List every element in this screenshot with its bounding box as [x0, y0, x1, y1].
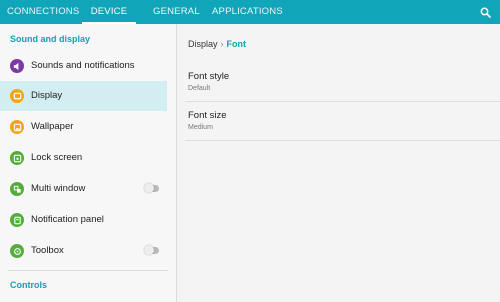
section-header-controls: Controls	[10, 280, 47, 290]
toolbox-icon	[10, 244, 24, 258]
sidebar-item-label: Multi window	[31, 183, 86, 194]
setting-value: Medium	[188, 124, 213, 131]
section-header-sound-display: Sound and display	[10, 34, 91, 44]
sidebar-item-sounds-notifications[interactable]: Sounds and notifications	[0, 51, 167, 81]
sidebar-item-label: Lock screen	[31, 152, 83, 163]
notification-panel-icon	[10, 213, 24, 227]
breadcrumb-parent[interactable]: Display	[188, 39, 218, 49]
lock-screen-icon	[10, 151, 24, 165]
sidebar-item-label: Wallpaper	[31, 121, 74, 132]
sidebar-item-multi-window[interactable]: Multi window	[0, 174, 167, 204]
wallpaper-icon	[10, 120, 24, 134]
sidebar-item-notification-panel[interactable]: Notification panel	[0, 205, 167, 235]
sidebar-item-lock-screen[interactable]: Lock screen	[0, 143, 167, 173]
setting-font-size[interactable]: Font size Medium	[185, 104, 500, 141]
breadcrumb: Display › Font	[188, 39, 246, 49]
breadcrumb-separator: ›	[220, 39, 224, 49]
toggle-knob	[144, 245, 154, 255]
toggle-knob	[144, 183, 154, 193]
tab-device-label: DEVICE	[90, 6, 128, 17]
main-content: Display › Font Font style Default Font siz…	[177, 24, 500, 302]
sidebar-item-label: Sounds and notifications	[31, 60, 135, 71]
setting-title: Font size	[188, 110, 227, 121]
sidebar-item-label: Toolbox	[31, 245, 64, 256]
multi-window-icon	[10, 182, 24, 196]
sidebar-item-display[interactable]: Display	[0, 81, 167, 111]
sidebar: Sound and display Sounds and notificatio…	[0, 24, 177, 302]
sidebar-divider	[8, 270, 168, 271]
tab-device[interactable]: DEVICE	[82, 0, 136, 24]
tab-connections[interactable]: CONNECTIONS	[7, 0, 79, 24]
sidebar-item-toolbox[interactable]: Toolbox	[0, 236, 167, 266]
speaker-icon	[10, 59, 24, 73]
tab-general[interactable]: GENERAL	[153, 0, 200, 24]
sidebar-item-label: Notification panel	[31, 214, 104, 225]
top-tab-bar: CONNECTIONS DEVICE GENERAL APPLICATIONS	[0, 0, 500, 24]
sidebar-item-label: Display	[31, 90, 63, 101]
search-icon	[480, 7, 491, 18]
display-icon	[10, 89, 24, 103]
setting-title: Font style	[188, 71, 230, 82]
breadcrumb-current: Font	[226, 39, 247, 49]
toolbox-toggle[interactable]	[144, 245, 159, 255]
tab-applications[interactable]: APPLICATIONS	[212, 0, 283, 24]
multi-window-toggle[interactable]	[144, 183, 159, 193]
setting-value: Default	[188, 85, 211, 92]
sidebar-item-wallpaper[interactable]: Wallpaper	[0, 112, 167, 142]
search-button[interactable]	[478, 5, 492, 19]
setting-font-style[interactable]: Font style Default	[185, 65, 500, 102]
